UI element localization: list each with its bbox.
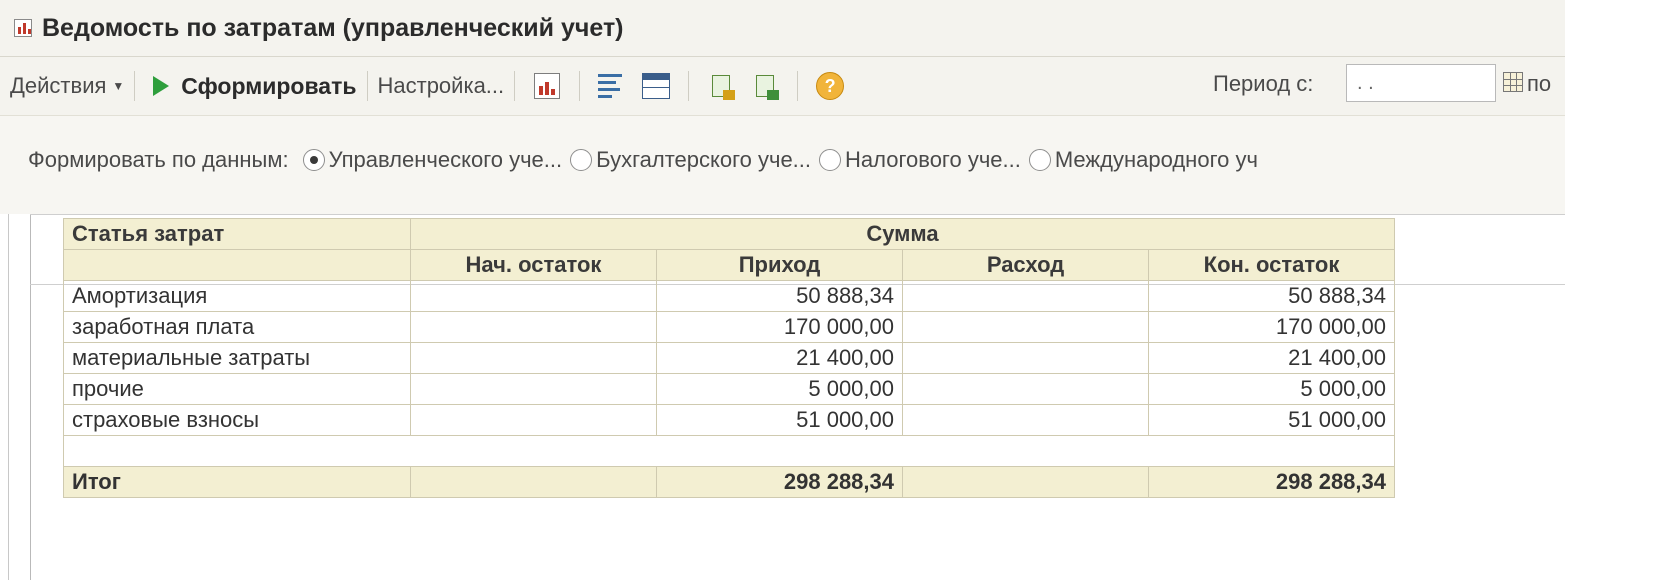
header-income: Приход — [656, 249, 903, 281]
period-to-label: по — [1527, 71, 1552, 96]
header-start-balance: Нач. остаток — [410, 249, 657, 281]
row-separator — [30, 214, 1565, 215]
report-area[interactable]: Статья затрат Сумма Нач. остаток Приход … — [0, 214, 1565, 580]
header-sum-group: Сумма — [410, 218, 1395, 250]
header-empty-cell — [63, 249, 411, 281]
end-balance-cell: 51 000,00 — [1148, 404, 1395, 436]
load-icon[interactable] — [751, 72, 780, 100]
table-row[interactable]: страховые взносы 51 000,00 51 000,00 — [63, 404, 1395, 436]
report-icon — [534, 73, 561, 99]
end-balance-cell: 50 888,34 — [1148, 280, 1395, 312]
toolbar-separator — [134, 71, 136, 101]
report-view-button[interactable] — [533, 72, 561, 100]
calendar-icon[interactable] — [1503, 72, 1523, 92]
radio-tax[interactable]: Налогового уче... — [819, 147, 1021, 173]
income-cell: 21 400,00 — [656, 342, 903, 374]
form-by-label: Формировать по данным: — [28, 147, 289, 172]
chevron-down-icon: ▼ — [112, 79, 125, 93]
period-from-input[interactable] — [1346, 64, 1496, 102]
toolbar-separator — [514, 71, 516, 101]
spacer-row — [63, 435, 1395, 467]
total-income-cell: 298 288,34 — [656, 466, 903, 498]
radio-international[interactable]: Международного уч — [1028, 147, 1258, 173]
toolbar-separator — [579, 71, 581, 101]
table-row[interactable]: прочие 5 000,00 5 000,00 — [63, 373, 1395, 405]
window-title-bar: Ведомость по затратам (управленческий уч… — [0, 0, 1565, 57]
header-expense: Расход — [902, 249, 1149, 281]
radio-management[interactable]: Управленческого уче... — [302, 147, 563, 173]
radio-label: Бухгалтерского уче... — [596, 147, 812, 172]
header-row: Статья затрат Сумма — [63, 218, 1395, 250]
income-cell: 170 000,00 — [656, 311, 903, 343]
start-balance-cell — [410, 342, 657, 374]
data-source-group: Формировать по данным: Управленческого у… — [28, 147, 1266, 173]
table-settings-button[interactable] — [642, 72, 671, 100]
help-button[interactable]: ? — [816, 72, 845, 100]
radio-label: Управленческого уче... — [328, 147, 563, 172]
filter-icon[interactable] — [598, 72, 626, 100]
save-icon[interactable] — [707, 72, 736, 100]
start-balance-cell — [410, 280, 657, 312]
radio-empty-icon — [1028, 149, 1051, 171]
total-label-cell: Итог — [63, 466, 411, 498]
toolbar-separator — [797, 71, 799, 101]
settings-button[interactable]: Настройка... — [378, 73, 505, 99]
expense-cell — [902, 311, 1149, 343]
radio-label: Налогового уче... — [845, 147, 1021, 172]
radio-selected-icon — [302, 149, 325, 171]
expense-cell — [902, 342, 1149, 374]
table-icon — [642, 73, 671, 99]
toolbar-separator — [688, 71, 690, 101]
play-icon — [153, 76, 170, 96]
radio-empty-icon — [819, 149, 842, 171]
cost-report-table: Статья затрат Сумма Нач. остаток Приход … — [63, 218, 1395, 498]
start-balance-cell — [410, 404, 657, 436]
report-icon — [14, 19, 32, 37]
margin-rule — [8, 214, 9, 580]
total-row[interactable]: Итог 298 288,34 298 288,34 — [63, 466, 1395, 498]
total-start-cell — [410, 466, 657, 498]
settings-label: Настройка... — [377, 73, 505, 98]
cost-item-cell: Амортизация — [63, 280, 411, 312]
actions-menu[interactable]: Действия ▼ — [10, 73, 124, 99]
end-balance-cell: 5 000,00 — [1148, 373, 1395, 405]
period-from-label: Период с: — [1213, 71, 1314, 96]
start-balance-cell — [410, 311, 657, 343]
expense-cell — [902, 280, 1149, 312]
income-cell: 5 000,00 — [656, 373, 903, 405]
cost-item-cell: материальные затраты — [63, 342, 411, 374]
cost-item-cell: страховые взносы — [63, 404, 411, 436]
expense-cell — [902, 373, 1149, 405]
start-balance-cell — [410, 373, 657, 405]
header-row: Нач. остаток Приход Расход Кон. остаток — [63, 249, 1395, 281]
window-title: Ведомость по затратам (управленческий уч… — [42, 13, 624, 42]
radio-accounting[interactable]: Бухгалтерского уче... — [570, 147, 811, 173]
cost-item-cell: прочие — [63, 373, 411, 405]
generate-label: Сформировать — [181, 72, 357, 99]
settings-panel: Формировать по данным: Управленческого у… — [0, 116, 1565, 214]
radio-label: Международного уч — [1054, 147, 1258, 172]
table-row[interactable]: материальные затраты 21 400,00 21 400,00 — [63, 342, 1395, 374]
header-end-balance: Кон. остаток — [1148, 249, 1395, 281]
total-end-cell: 298 288,34 — [1148, 466, 1395, 498]
actions-label: Действия — [10, 73, 107, 98]
end-balance-cell: 170 000,00 — [1148, 311, 1395, 343]
table-row[interactable]: заработная плата 170 000,00 170 000,00 — [63, 311, 1395, 343]
help-icon: ? — [816, 72, 845, 100]
income-cell: 51 000,00 — [656, 404, 903, 436]
table-row[interactable]: Амортизация 50 888,34 50 888,34 — [63, 280, 1395, 312]
total-expense-cell — [902, 466, 1149, 498]
toolbar-separator — [366, 71, 368, 101]
margin-rule — [30, 214, 31, 580]
toolbar: Действия ▼ Сформировать Настройка... ? П… — [0, 57, 1565, 116]
cost-item-cell: заработная плата — [63, 311, 411, 343]
generate-button[interactable]: Сформировать — [145, 72, 357, 100]
header-cost-item: Статья затрат — [63, 218, 411, 250]
radio-empty-icon — [570, 149, 593, 171]
end-balance-cell: 21 400,00 — [1148, 342, 1395, 374]
expense-cell — [902, 404, 1149, 436]
income-cell: 50 888,34 — [656, 280, 903, 312]
